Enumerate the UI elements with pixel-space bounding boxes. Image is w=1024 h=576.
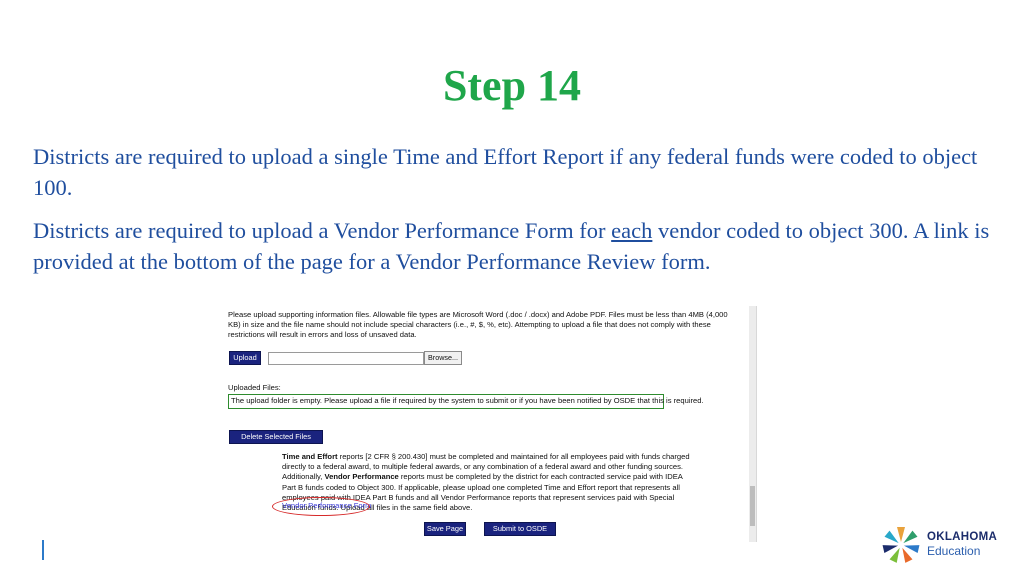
save-page-button[interactable]: Save Page	[424, 522, 466, 536]
paragraph2-emphasis: each	[611, 218, 653, 243]
te-bold-time-effort: Time and Effort	[282, 452, 338, 461]
te-bold-vendor-performance: Vendor Performance	[324, 472, 399, 482]
scrollbar-thumb[interactable]	[750, 486, 755, 526]
paragraph2-start: Districts are required to upload a Vendo…	[33, 218, 612, 243]
highlight-ellipse	[272, 497, 370, 516]
uploaded-files-label: Uploaded Files:	[228, 383, 281, 392]
browse-button[interactable]: Browse...	[424, 351, 462, 365]
oklahoma-star-icon	[882, 527, 920, 563]
vertical-scrollbar[interactable]	[749, 306, 756, 542]
file-path-input[interactable]	[268, 352, 424, 365]
logo-line-education: Education	[927, 544, 981, 558]
empty-folder-message: The upload folder is empty. Please uploa…	[228, 394, 704, 409]
logo-wordmark: OKLAHOMA Education	[927, 530, 997, 558]
upload-button[interactable]: Upload	[229, 351, 261, 365]
slide-title: Step 14	[442, 61, 582, 110]
paragraph-vendor-performance: Districts are required to upload a Vendo…	[33, 215, 1003, 277]
upload-instructions: Please upload supporting information fil…	[228, 310, 728, 340]
paragraph-time-effort: Districts are required to upload a singl…	[33, 144, 978, 200]
accent-bar	[42, 540, 44, 560]
submit-to-osde-button[interactable]: Submit to OSDE	[484, 522, 556, 536]
oklahoma-education-logo: OKLAHOMA Education	[879, 524, 1007, 566]
logo-line-oklahoma: OKLAHOMA	[927, 531, 998, 543]
upload-page-screenshot: Please upload supporting information fil…	[228, 306, 757, 542]
delete-selected-files-button[interactable]: Delete Selected Files	[229, 430, 323, 444]
